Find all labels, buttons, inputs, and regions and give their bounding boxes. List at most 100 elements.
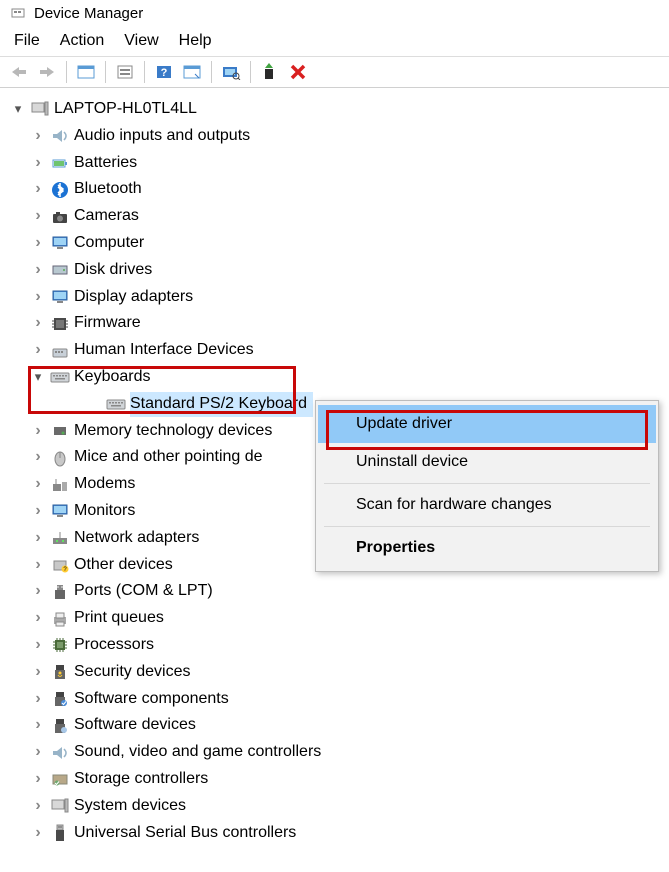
context-properties[interactable]: Properties [318,529,656,567]
network-icon [50,529,70,547]
help-icon[interactable]: ? [151,60,177,84]
system-icon [50,797,70,815]
tree-category-swdev[interactable]: Software devices [30,712,665,739]
forward-icon[interactable] [34,60,60,84]
collapse-icon[interactable] [30,367,46,387]
show-hidden-icon[interactable] [73,60,99,84]
app-icon [8,4,28,22]
expand-icon[interactable] [30,713,46,738]
audio-icon [50,127,70,145]
tree-category-cameras[interactable]: Cameras [30,203,665,230]
uninstall-icon[interactable] [285,60,311,84]
category-label: Audio inputs and outputs [74,124,250,149]
expand-icon[interactable] [30,606,46,631]
tree-root[interactable]: LAPTOP-HL0TL4LL [10,96,665,123]
category-label: Cameras [74,204,139,229]
expand-icon[interactable] [30,151,46,176]
firmware-icon [50,315,70,333]
tree-category-batteries[interactable]: Batteries [30,150,665,177]
tree-category-firmware[interactable]: Firmware [30,310,665,337]
expand-icon[interactable] [30,419,46,444]
category-label: Computer [74,231,144,256]
category-label: Print queues [74,606,164,631]
expand-icon[interactable] [30,445,46,470]
modems-icon [50,476,70,494]
tree-category-ports[interactable]: Ports (COM & LPT) [30,578,665,605]
swdev-icon [50,717,70,735]
security-icon [50,663,70,681]
category-label: Processors [74,633,154,658]
expand-icon[interactable] [30,794,46,819]
diskdrives-icon [50,261,70,279]
tree-category-usb[interactable]: Universal Serial Bus controllers [30,820,665,847]
category-label: Keyboards [74,365,151,390]
category-label: Other devices [74,553,173,578]
menu-file[interactable]: File [14,32,40,50]
properties-icon[interactable] [112,60,138,84]
context-update-driver[interactable]: Update driver [318,405,656,443]
tree-category-sound[interactable]: Sound, video and game controllers [30,739,665,766]
expand-icon[interactable] [30,579,46,604]
expand-icon[interactable] [30,285,46,310]
batteries-icon [50,154,70,172]
tree-category-swcomp[interactable]: Software components [30,686,665,713]
menu-action[interactable]: Action [60,32,104,50]
expand-icon[interactable] [30,231,46,256]
category-label: Storage controllers [74,767,208,792]
expand-icon[interactable] [30,660,46,685]
category-label: Monitors [74,499,135,524]
expand-icon[interactable] [30,204,46,229]
scan-hardware-icon[interactable] [218,60,244,84]
expand-icon[interactable] [30,740,46,765]
expand-icon[interactable] [30,526,46,551]
expand-icon[interactable] [30,633,46,658]
expand-icon[interactable] [30,311,46,336]
titlebar: Device Manager [0,0,669,26]
tree-category-storage[interactable]: Storage controllers [30,766,665,793]
expand-icon[interactable] [30,124,46,149]
tree-category-hid[interactable]: Human Interface Devices [30,337,665,364]
tree-category-system[interactable]: System devices [30,793,665,820]
swcomp-icon [50,690,70,708]
menu-view[interactable]: View [124,32,158,50]
tree-category-printq[interactable]: Print queues [30,605,665,632]
context-menu: Update driver Uninstall device Scan for … [315,400,659,572]
category-label: Sound, video and game controllers [74,740,321,765]
expand-icon[interactable] [30,767,46,792]
expand-icon[interactable] [30,472,46,497]
category-label: Network adapters [74,526,199,551]
monitors-icon [50,502,70,520]
tree-category-computer[interactable]: Computer [30,230,665,257]
category-label: Bluetooth [74,177,142,202]
category-label: Software devices [74,713,196,738]
expand-icon[interactable] [30,177,46,202]
tree-category-security[interactable]: Security devices [30,659,665,686]
device-label: Standard PS/2 Keyboard [130,392,313,417]
expand-icon[interactable] [30,338,46,363]
keyboards-icon [50,368,70,386]
expand-icon[interactable] [30,687,46,712]
update-driver-icon[interactable] [257,60,283,84]
window-title: Device Manager [34,5,143,22]
tree-category-bluetooth[interactable]: Bluetooth [30,176,665,203]
action-icon[interactable] [179,60,205,84]
tree-category-keyboards[interactable]: Keyboards [30,364,665,391]
context-scan-hardware[interactable]: Scan for hardware changes [318,486,656,524]
expand-icon[interactable] [30,821,46,846]
hid-icon [50,342,70,360]
expand-icon[interactable] [30,258,46,283]
tree-category-processors[interactable]: Processors [30,632,665,659]
tree-category-display[interactable]: Display adapters [30,284,665,311]
svg-text:?: ? [161,67,168,79]
tree-category-audio[interactable]: Audio inputs and outputs [30,123,665,150]
category-label: Modems [74,472,135,497]
tree-category-diskdrives[interactable]: Disk drives [30,257,665,284]
context-uninstall-device[interactable]: Uninstall device [318,443,656,481]
menu-help[interactable]: Help [179,32,212,50]
category-label: Mice and other pointing de [74,445,263,470]
expand-icon[interactable] [30,499,46,524]
expand-icon[interactable] [30,553,46,578]
context-separator [324,526,650,527]
expand-icon[interactable] [10,99,26,119]
back-icon[interactable] [6,60,32,84]
